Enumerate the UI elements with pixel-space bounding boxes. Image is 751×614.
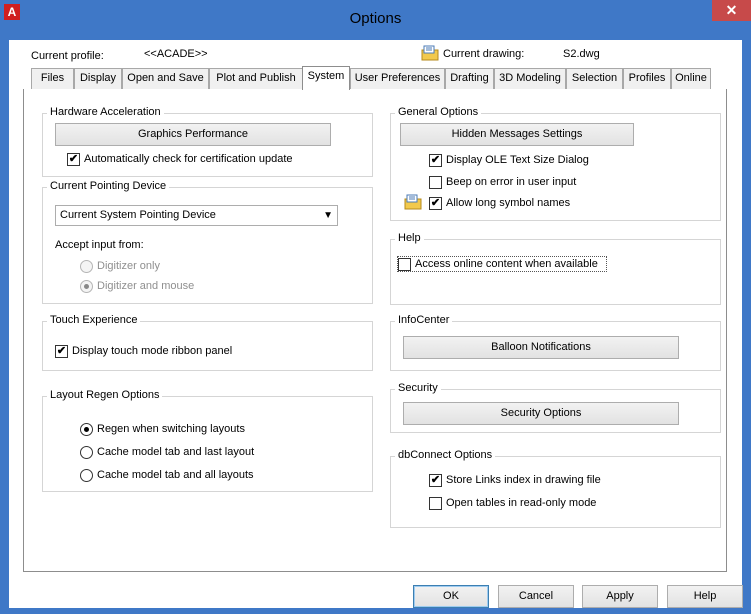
radio-unselected[interactable]	[80, 469, 93, 482]
digitizer-and-mouse-radio[interactable]: Digitizer and mouse	[80, 279, 280, 295]
regen-switching-label: Regen when switching layouts	[97, 423, 245, 435]
store-links-index-checkbox[interactable]: ✔ Store Links index in drawing file	[429, 473, 689, 489]
touch-ribbon-label: Display touch mode ribbon panel	[72, 345, 233, 357]
dbconnect-title: dbConnect Options	[395, 449, 496, 461]
cancel-button[interactable]: Cancel	[498, 585, 574, 608]
chevron-down-icon[interactable]: ▼	[323, 206, 333, 225]
tab-display[interactable]: Display	[74, 68, 122, 89]
apply-button[interactable]: Apply	[582, 585, 658, 608]
tab-files[interactable]: Files	[31, 68, 74, 89]
pointing-device-select[interactable]: Current System Pointing Device ▼	[55, 205, 338, 226]
tab-profiles[interactable]: Profiles	[623, 68, 671, 89]
regen-switching-radio[interactable]: Regen when switching layouts	[80, 422, 330, 438]
graphics-performance-button[interactable]: Graphics Performance	[55, 123, 331, 146]
pointing-device-selected-value: Current System Pointing Device	[60, 209, 216, 221]
drawing-file-icon	[404, 194, 422, 210]
online-content-label: Access online content when available	[415, 258, 598, 270]
hardware-acceleration-title: Hardware Acceleration	[47, 106, 164, 118]
close-button[interactable]: ✕	[712, 0, 751, 21]
tab-selection[interactable]: Selection	[566, 68, 623, 89]
dbconnect-group: dbConnect Options	[390, 449, 721, 528]
security-title: Security	[395, 382, 441, 394]
tab-system[interactable]: System	[302, 66, 350, 90]
autocad-app-icon: A	[4, 4, 20, 20]
ole-text-size-checkbox[interactable]: ✔ Display OLE Text Size Dialog	[429, 153, 689, 169]
cache-last-layout-label: Cache model tab and last layout	[97, 446, 255, 458]
help-title: Help	[395, 232, 424, 244]
long-symbol-names-checkbox[interactable]: ✔ Allow long symbol names	[429, 196, 689, 212]
read-only-tables-label: Open tables in read-only mode	[446, 497, 597, 509]
digitizer-only-radio[interactable]: Digitizer only	[80, 259, 280, 275]
beep-on-error-label: Beep on error in user input	[446, 176, 577, 188]
infocenter-title: InfoCenter	[395, 314, 453, 326]
auto-check-certification-checkbox[interactable]: ✔ Automatically check for certification …	[67, 152, 367, 168]
tab-open-and-save[interactable]: Open and Save	[122, 68, 209, 89]
touch-ribbon-checkbox[interactable]: ✔ Display touch mode ribbon panel	[55, 344, 355, 360]
checkbox-unchecked[interactable]	[429, 497, 442, 510]
checkbox-unchecked[interactable]	[429, 176, 442, 189]
help-button[interactable]: Help	[667, 585, 743, 608]
radio-unselected[interactable]	[80, 446, 93, 459]
checkbox-checked[interactable]: ✔	[429, 154, 442, 167]
ole-text-size-label: Display OLE Text Size Dialog	[446, 154, 589, 166]
pointing-device-title: Current Pointing Device	[47, 180, 170, 192]
auto-check-certification-label: Automatically check for certification up…	[84, 153, 293, 165]
drawing-file-icon	[421, 45, 439, 61]
tab-3d-modeling[interactable]: 3D Modeling	[494, 68, 566, 89]
checkbox-checked[interactable]: ✔	[55, 345, 68, 358]
cache-all-layouts-radio[interactable]: Cache model tab and all layouts	[80, 468, 330, 484]
store-links-index-label: Store Links index in drawing file	[446, 474, 601, 486]
current-profile-label: Current profile:	[31, 50, 104, 62]
window-title: Options	[349, 10, 402, 27]
online-content-checkbox[interactable]: Access online content when available	[397, 256, 607, 272]
radio-selected[interactable]	[80, 423, 93, 436]
touch-experience-title: Touch Experience	[47, 314, 141, 326]
current-drawing-label: Current drawing:	[443, 48, 525, 60]
hidden-messages-settings-button[interactable]: Hidden Messages Settings	[400, 123, 634, 146]
security-options-button[interactable]: Security Options	[403, 402, 679, 425]
tab-user-preferences[interactable]: User Preferences	[350, 68, 445, 89]
checkbox-checked[interactable]: ✔	[429, 474, 442, 487]
current-profile-value: <<ACADE>>	[144, 48, 208, 60]
radio-selected[interactable]	[80, 280, 93, 293]
current-drawing-value: S2.dwg	[563, 48, 600, 60]
cache-all-layouts-label: Cache model tab and all layouts	[97, 469, 254, 481]
help-group: Help	[390, 232, 721, 305]
checkbox-unchecked[interactable]	[398, 258, 411, 271]
cache-last-layout-radio[interactable]: Cache model tab and last layout	[80, 445, 330, 461]
digitizer-only-label: Digitizer only	[97, 260, 160, 272]
long-symbol-names-label: Allow long symbol names	[446, 197, 571, 209]
checkbox-checked[interactable]: ✔	[429, 197, 442, 210]
accept-input-label: Accept input from:	[55, 239, 144, 251]
radio-unselected[interactable]	[80, 260, 93, 273]
tab-drafting[interactable]: Drafting	[445, 68, 494, 89]
read-only-tables-checkbox[interactable]: Open tables in read-only mode	[429, 496, 689, 512]
general-options-title: General Options	[395, 106, 482, 118]
digitizer-and-mouse-label: Digitizer and mouse	[97, 280, 195, 292]
tab-plot-and-publish[interactable]: Plot and Publish	[209, 68, 303, 89]
ok-button[interactable]: OK	[413, 585, 489, 608]
checkbox-checked[interactable]: ✔	[67, 153, 80, 166]
layout-regen-title: Layout Regen Options	[47, 389, 163, 401]
beep-on-error-checkbox[interactable]: Beep on error in user input	[429, 175, 689, 191]
balloon-notifications-button[interactable]: Balloon Notifications	[403, 336, 679, 359]
tab-online[interactable]: Online	[671, 68, 711, 89]
